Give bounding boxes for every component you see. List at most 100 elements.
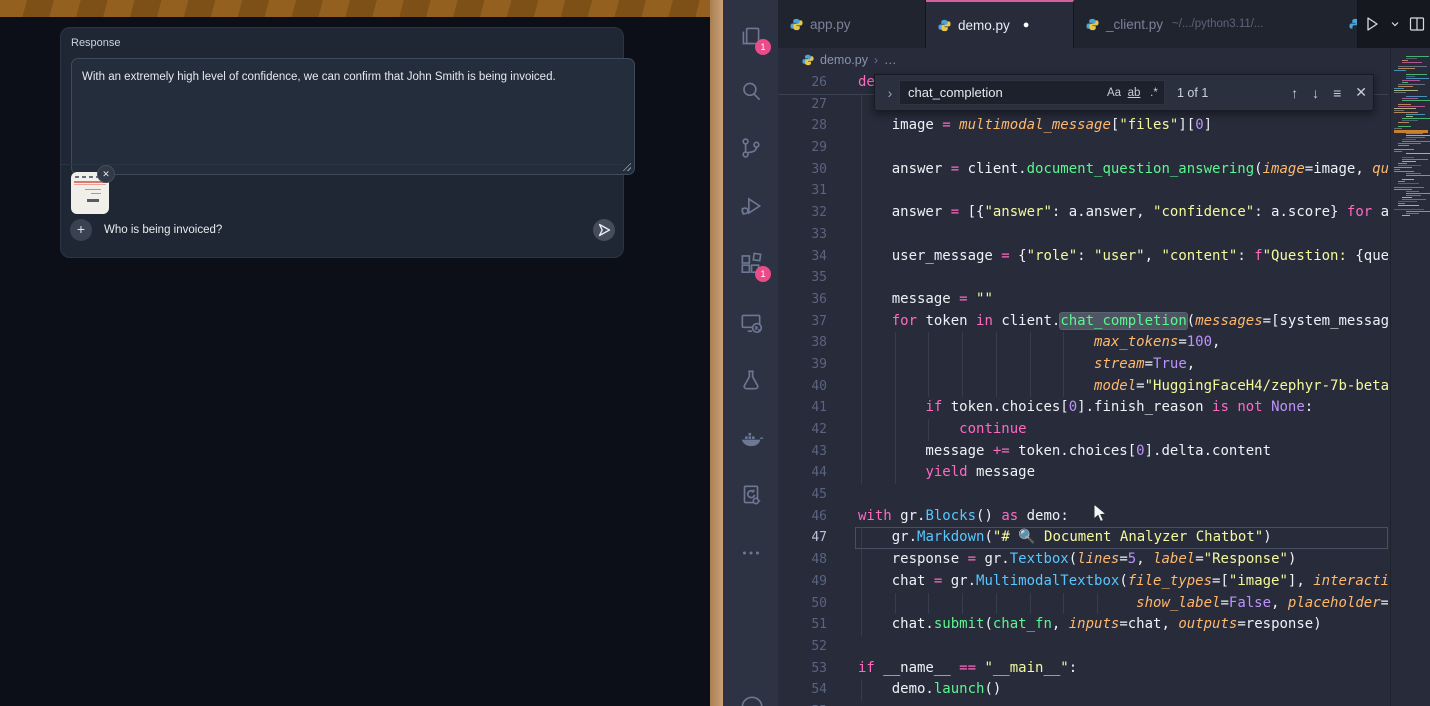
code-line-36[interactable]: 36 message = "" xyxy=(778,289,1388,311)
whole-word-button[interactable]: ab xyxy=(1124,87,1144,99)
find-query-text[interactable]: chat_completion xyxy=(908,85,1104,100)
python-icon xyxy=(802,54,814,66)
line-number: 26 xyxy=(778,72,827,94)
breadcrumb-file[interactable]: demo.py xyxy=(820,53,868,67)
source-control-icon[interactable] xyxy=(738,135,764,161)
extensions-badge: 1 xyxy=(755,266,771,282)
line-number: 54 xyxy=(778,679,827,701)
find-widget: › chat_completion Aa ab .* 1 of 1 ↑ ↓ ≡ … xyxy=(874,74,1374,111)
breadcrumb-separator: › xyxy=(874,53,878,67)
response-textarea[interactable]: With an extremely high level of confiden… xyxy=(71,58,635,175)
line-number: 31 xyxy=(778,180,827,202)
window-title-bar xyxy=(0,0,710,17)
remove-attachment-button[interactable]: ✕ xyxy=(97,165,115,183)
run-python-file-button[interactable] xyxy=(1362,14,1382,34)
line-number: 40 xyxy=(778,376,827,398)
code-line-55[interactable]: 55 xyxy=(778,701,1388,706)
testing-flask-icon[interactable] xyxy=(738,367,764,393)
find-expand-chevron-icon[interactable]: › xyxy=(881,85,899,101)
next-match-button[interactable]: ↓ xyxy=(1312,85,1319,101)
find-in-selection-button[interactable]: ≡ xyxy=(1333,85,1341,101)
line-number: 52 xyxy=(778,636,827,658)
submit-button[interactable] xyxy=(593,219,615,241)
code-line-53[interactable]: 53if __name__ == "__main__": xyxy=(778,658,1388,680)
close-find-button[interactable]: ✕ xyxy=(1355,84,1367,101)
docker-icon[interactable] xyxy=(738,425,764,451)
resize-handle-icon[interactable] xyxy=(622,162,631,171)
code-line-50[interactable]: 50 show_label=False, placeholder="Upload… xyxy=(778,593,1388,615)
code-line-37[interactable]: 37 for token in client.chat_completion(m… xyxy=(778,311,1388,333)
tab-client-py[interactable]: _client.py ~/.../python3.11/... xyxy=(1074,0,1358,48)
code-line-48[interactable]: 48 response = gr.Textbox(lines=5, label=… xyxy=(778,549,1388,571)
explorer-files-icon[interactable]: 1 xyxy=(738,23,764,49)
code-line-44[interactable]: 44 yield message xyxy=(778,462,1388,484)
line-number: 39 xyxy=(778,354,827,376)
line-number: 35 xyxy=(778,267,827,289)
code-line-39[interactable]: 39 stream=True, xyxy=(778,354,1388,376)
desktop-gap-strip xyxy=(710,0,723,706)
line-number: 48 xyxy=(778,549,827,571)
code-line-28[interactable]: 28 image = multimodal_message["files"][0… xyxy=(778,115,1388,137)
invoice-image-thumbnail[interactable]: ✕ xyxy=(71,172,109,214)
code-line-33[interactable]: 33 xyxy=(778,224,1388,246)
code-line-29[interactable]: 29 xyxy=(778,137,1388,159)
python-icon xyxy=(1349,18,1357,31)
regex-button[interactable]: .* xyxy=(1144,87,1164,99)
python-icon xyxy=(1086,18,1099,31)
search-icon[interactable] xyxy=(738,78,764,104)
previous-match-button[interactable]: ↑ xyxy=(1291,85,1298,101)
code-line-45[interactable]: 45 xyxy=(778,484,1388,506)
find-input[interactable]: chat_completion Aa ab .* xyxy=(899,80,1165,105)
response-label: Response xyxy=(71,37,121,49)
code-line-35[interactable]: 35 xyxy=(778,267,1388,289)
line-number: 27 xyxy=(778,94,827,116)
run-debug-icon[interactable] xyxy=(738,193,764,219)
python-icon xyxy=(938,19,951,32)
close-icon: ✕ xyxy=(102,169,110,179)
code-line-54[interactable]: 54 demo.launch() xyxy=(778,679,1388,701)
match-case-button[interactable]: Aa xyxy=(1104,87,1124,99)
modified-dot-icon[interactable]: ● xyxy=(1023,19,1030,31)
tab-label: app.py xyxy=(810,17,851,32)
tab-app-py[interactable]: app.py xyxy=(778,0,926,48)
code-line-43[interactable]: 43 message += token.choices[0].delta.con… xyxy=(778,441,1388,463)
breadcrumb-more[interactable]: … xyxy=(884,53,897,67)
code-line-51[interactable]: 51 chat.submit(chat_fn, inputs=chat, out… xyxy=(778,614,1388,636)
code-line-49[interactable]: 49 chat = gr.MultimodalTextbox(file_type… xyxy=(778,571,1388,593)
line-number: 37 xyxy=(778,311,827,333)
explorer-badge: 1 xyxy=(755,39,771,55)
code-line-41[interactable]: 41 if token.choices[0].finish_reason is … xyxy=(778,397,1388,419)
line-number: 29 xyxy=(778,137,827,159)
tab-bar: app.py demo.py ● _client.py ~/.../python… xyxy=(778,0,1430,48)
extensions-icon[interactable]: 1 xyxy=(738,250,764,276)
code-line-31[interactable]: 31 xyxy=(778,180,1388,202)
code-line-52[interactable]: 52 xyxy=(778,636,1388,658)
code-line-34[interactable]: 34 user_message = {"role": "user", "cont… xyxy=(778,246,1388,268)
code-line-46[interactable]: 46with gr.Blocks() as demo: xyxy=(778,506,1388,528)
minimap[interactable] xyxy=(1390,48,1430,706)
tab-label: _client.py xyxy=(1106,17,1163,32)
line-number: 32 xyxy=(778,202,827,224)
code-line-42[interactable]: 42 continue xyxy=(778,419,1388,441)
account-icon[interactable] xyxy=(738,694,764,706)
remote-explorer-icon[interactable] xyxy=(738,310,764,336)
settings-file-icon[interactable] xyxy=(738,482,764,508)
tab-demo-py[interactable]: demo.py ● xyxy=(926,0,1074,48)
line-number: 46 xyxy=(778,506,827,528)
line-number: 42 xyxy=(778,419,827,441)
line-number: 45 xyxy=(778,484,827,506)
add-attachment-button[interactable]: + xyxy=(70,219,92,241)
code-line-30[interactable]: 30 answer = client.document_question_ans… xyxy=(778,159,1388,181)
more-actions-icon[interactable] xyxy=(738,540,764,566)
line-number: 51 xyxy=(778,614,827,636)
code-line-40[interactable]: 40 model="HuggingFaceH4/zephyr-7b-beta")… xyxy=(778,376,1388,398)
split-editor-button[interactable] xyxy=(1408,15,1426,33)
code-line-32[interactable]: 32 answer = [{"answer": a.answer, "confi… xyxy=(778,202,1388,224)
gradio-app-panel: Response With an extremely high level of… xyxy=(0,0,710,706)
question-input[interactable]: Who is being invoiced? xyxy=(104,224,222,236)
card-divider xyxy=(61,164,623,165)
run-dropdown-chevron-icon[interactable] xyxy=(1390,19,1400,29)
code-area[interactable]: 26def chat_fn(multimodal_message):2728 i… xyxy=(778,72,1388,706)
code-line-47[interactable]: 47 gr.Markdown("# 🔍 Document Analyzer Ch… xyxy=(778,527,1388,549)
code-line-38[interactable]: 38 max_tokens=100, xyxy=(778,332,1388,354)
